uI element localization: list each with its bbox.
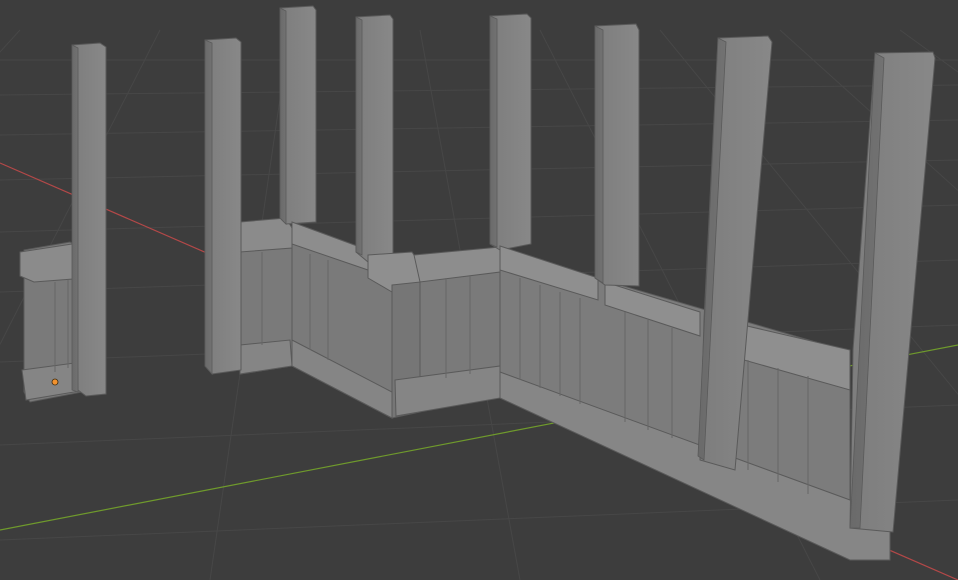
- fence-segment-left[interactable]: [19, 42, 107, 403]
- object-origin-marker[interactable]: [51, 378, 59, 386]
- 3d-viewport[interactable]: [0, 0, 958, 580]
- viewport-canvas[interactable]: [0, 0, 958, 580]
- fence-segment-front[interactable]: [499, 23, 936, 561]
